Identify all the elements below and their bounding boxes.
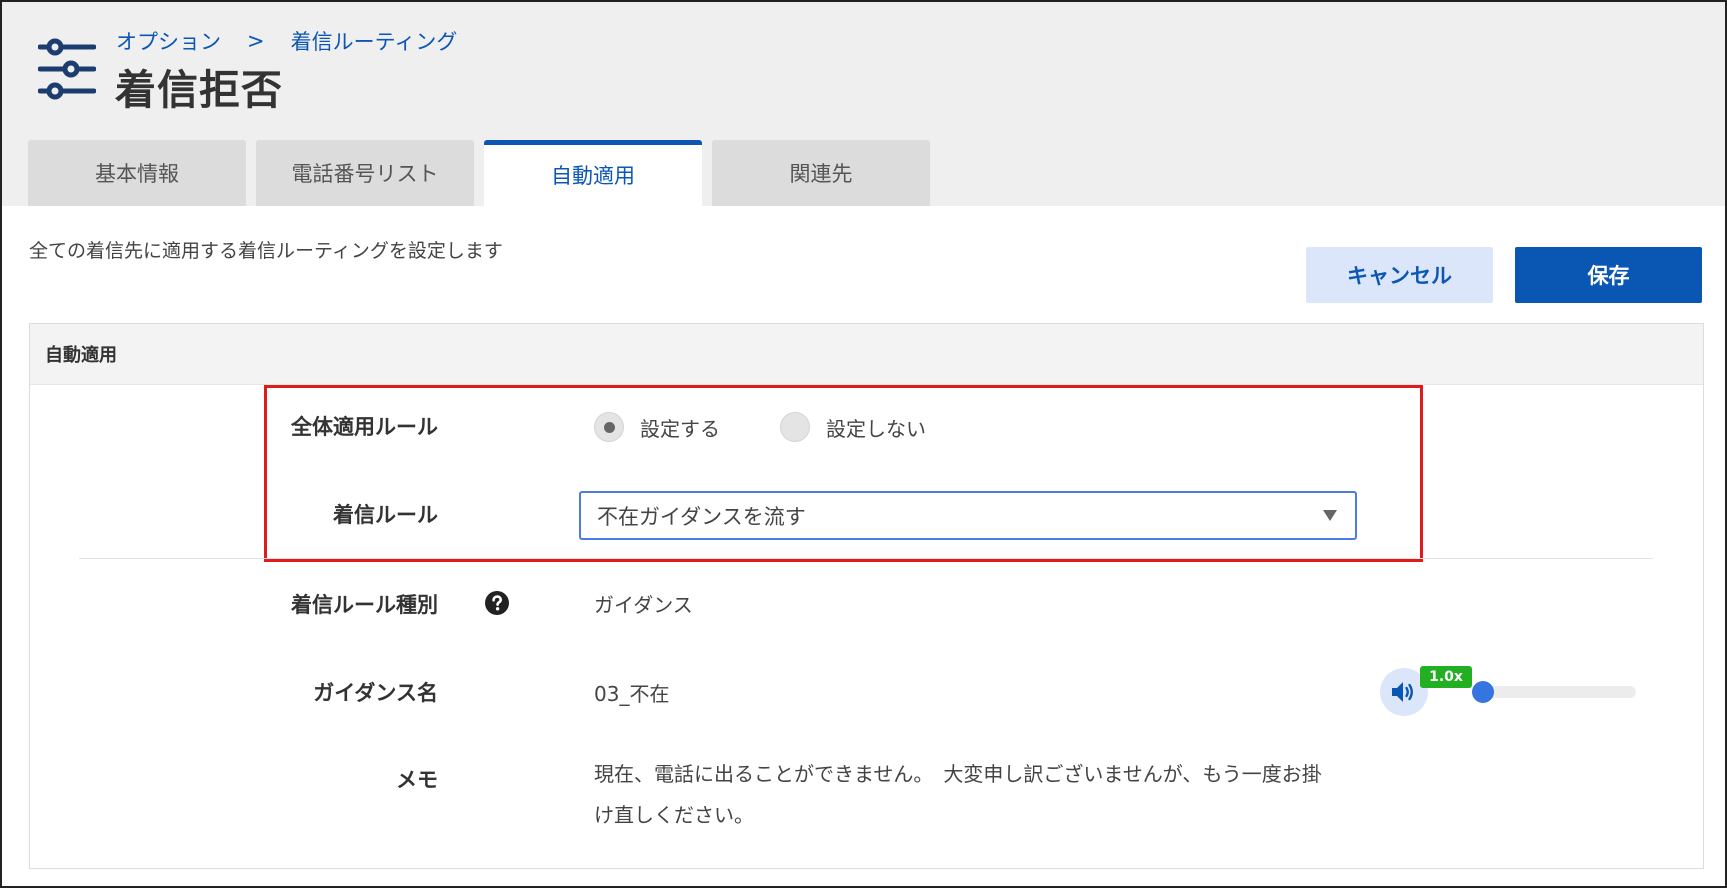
tab-bar: 基本情報 電話番号リスト 自動適用 関連先 xyxy=(28,140,930,206)
page-title: 着信拒否 xyxy=(115,66,283,114)
tab-auto-apply[interactable]: 自動適用 xyxy=(484,140,702,206)
cancel-button[interactable]: キャンセル xyxy=(1306,247,1493,303)
incoming-rule-value: 不在ガイダンスを流す xyxy=(597,504,806,529)
radio-enable[interactable] xyxy=(594,412,624,442)
radio-option-disable[interactable]: 設定しない xyxy=(780,412,926,442)
breadcrumb: オプション > 着信ルーティング xyxy=(116,26,457,56)
radio-disable[interactable] xyxy=(780,412,810,442)
breadcrumb-parent[interactable]: オプション xyxy=(116,26,221,56)
seek-track[interactable] xyxy=(1472,686,1636,698)
help-circle-icon[interactable] xyxy=(485,591,509,615)
memo-label: メモ xyxy=(396,768,438,792)
radio-enable-label: 設定する xyxy=(640,416,720,441)
settings-sliders-icon xyxy=(38,38,96,100)
page-header: オプション > 着信ルーティング 着信拒否 基本情報 電話番号リスト 自動適用 … xyxy=(2,2,1725,206)
dropdown-triangle-icon xyxy=(1323,510,1337,521)
breadcrumb-separator: > xyxy=(247,29,265,53)
memo-text: 現在、電話に出ることができません。 大変申し訳ございませんが、もう一度お掛け直し… xyxy=(594,762,1322,827)
section-divider xyxy=(79,558,1653,559)
panel-title: 自動適用 xyxy=(30,324,1703,385)
radio-disable-label: 設定しない xyxy=(826,416,926,441)
seek-handle[interactable] xyxy=(1472,681,1494,703)
audio-player: 1.0x xyxy=(1380,666,1636,716)
tab-related[interactable]: 関連先 xyxy=(712,140,930,206)
rule-type-value: ガイダンス xyxy=(594,593,693,617)
guidance-name-label: ガイダンス名 xyxy=(313,681,438,705)
page-description: 全ての着信先に適用する着信ルーティングを設定します xyxy=(29,240,503,262)
guidance-name-value: 03_不在 xyxy=(594,682,670,706)
app-frame: オプション > 着信ルーティング 着信拒否 基本情報 電話番号リスト 自動適用 … xyxy=(0,0,1727,888)
playback-speed-badge[interactable]: 1.0x xyxy=(1420,666,1472,688)
tab-basic-info[interactable]: 基本情報 xyxy=(28,140,246,206)
breadcrumb-current[interactable]: 着信ルーティング xyxy=(291,26,458,56)
incoming-rule-label: 着信ルール xyxy=(333,503,438,527)
global-rule-label: 全体適用ルール xyxy=(291,415,438,439)
rule-type-label: 着信ルール種別 xyxy=(291,593,438,617)
global-rule-radio-group: 設定する 設定しない xyxy=(594,412,986,442)
save-button[interactable]: 保存 xyxy=(1515,247,1702,303)
incoming-rule-select[interactable]: 不在ガイダンスを流す xyxy=(579,491,1357,540)
radio-option-enable[interactable]: 設定する xyxy=(594,412,720,442)
tab-phone-list[interactable]: 電話番号リスト xyxy=(256,140,474,206)
